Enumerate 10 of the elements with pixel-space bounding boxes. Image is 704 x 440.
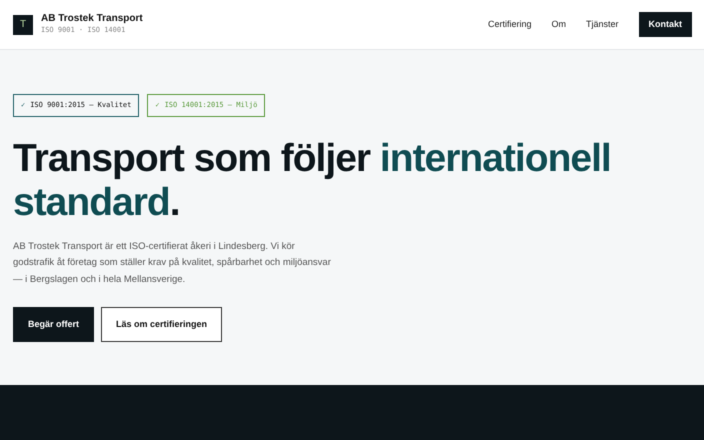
contact-button[interactable]: Kontakt — [638, 12, 692, 38]
certification-button[interactable]: Läs om certifieringen — [101, 306, 222, 342]
nav-link[interactable]: Tjänster — [586, 18, 618, 32]
brand-name: AB Trostek Transport — [41, 13, 143, 26]
nav-link[interactable]: Certifiering — [488, 18, 532, 32]
logo-icon: T — [13, 14, 33, 34]
intro-paragraph: AB Trostek Transport är ett ISO-certifierat åkeri i Lindesberg. Vi kör godstrafik åt företag som ställer krav på kvalitet, spårbarhet och miljöansvar — i Bergslagen och i hela Mellansverige. — [13, 240, 332, 287]
headline: Transport som följer internationell standard. — [13, 136, 612, 225]
quote-button[interactable]: Begär offert — [13, 306, 94, 342]
nav-link[interactable]: Om — [551, 18, 566, 32]
